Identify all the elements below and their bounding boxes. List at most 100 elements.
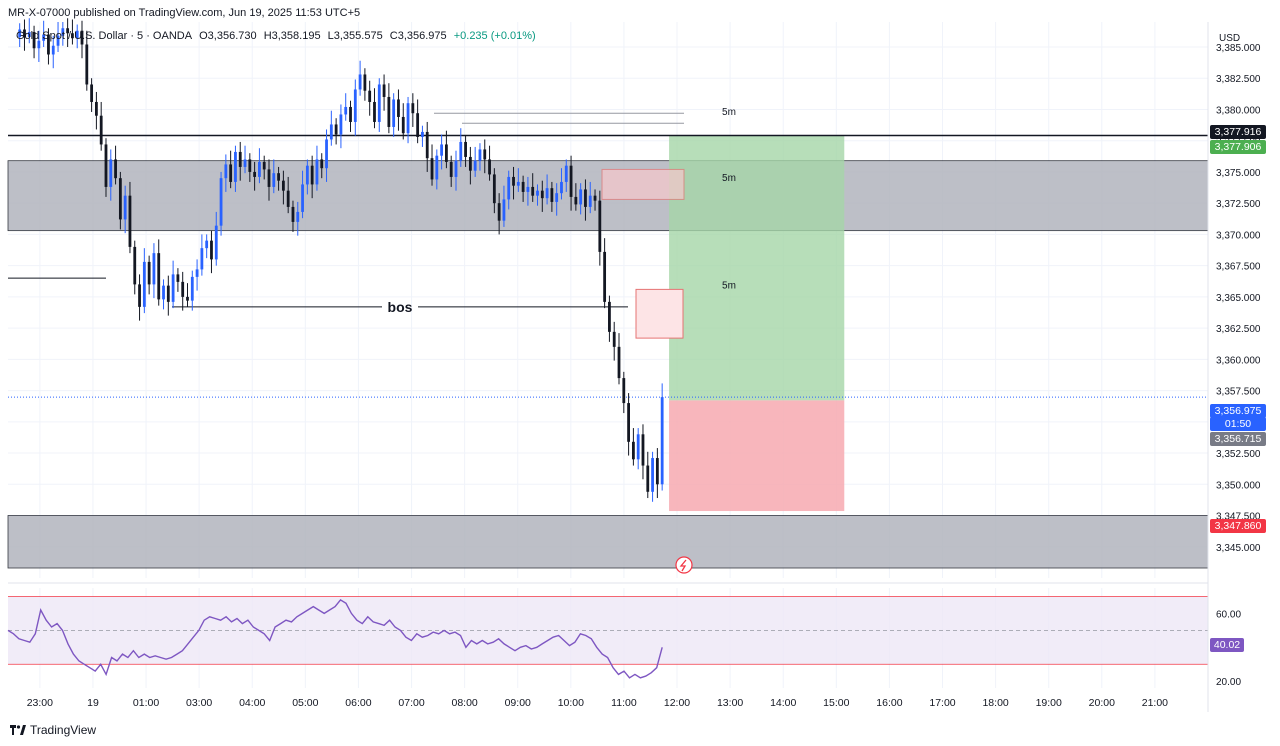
bos-label: bos: [388, 299, 413, 315]
candle-body: [186, 296, 189, 301]
entry-price-tag: 3,356.715: [1210, 432, 1266, 446]
ohlc-close: C3,356.975: [389, 30, 447, 42]
candle-body: [123, 195, 127, 220]
candle-body: [497, 203, 501, 221]
long-position-tool[interactable]: [669, 135, 845, 512]
candle-body: [545, 188, 549, 199]
time-tick-label: 19:00: [1036, 697, 1062, 709]
candle-body: [181, 281, 185, 297]
candle-body: [512, 176, 515, 186]
candle-body: [262, 161, 266, 170]
candle-body: [445, 144, 448, 162]
candles: [18, 18, 664, 502]
timeframe-label: 5m: [722, 280, 736, 291]
last-price-tag: 3,356.975: [1210, 404, 1266, 418]
price-tick-label: 3,375.000: [1216, 168, 1261, 179]
time-tick-label: 06:00: [345, 697, 371, 709]
time-tick-label: 18:00: [982, 697, 1008, 709]
candle-body: [430, 158, 434, 180]
time-tick-label: 23:00: [27, 697, 53, 709]
flash-icon: [675, 556, 693, 574]
candle-body: [588, 195, 592, 207]
level-price-tag: 3,377.916: [1210, 125, 1266, 139]
tradingview-logo[interactable]: TradingView: [10, 723, 96, 737]
candle-body: [234, 151, 237, 182]
candle-body: [162, 285, 165, 300]
candle-body: [406, 103, 410, 134]
chart-canvas[interactable]: 3,385.0003,382.5003,380.0003,377.5003,37…: [0, 0, 1280, 746]
currency-label[interactable]: USD: [1219, 33, 1240, 44]
candle-body: [248, 159, 252, 172]
candle-body: [310, 165, 314, 185]
ohlc-low: L3,355.575: [327, 30, 383, 42]
candle-body: [435, 155, 439, 180]
legend-ohlc: Gold Spot / U.S. Dollar · 5 · OANDA O3,3…: [16, 30, 540, 42]
tp-price-tag: 3,377.906: [1210, 140, 1266, 154]
candle-body: [579, 189, 583, 205]
candle-body: [631, 441, 635, 460]
ohlc-open: O3,356.730: [199, 30, 257, 42]
candle-body: [281, 180, 285, 191]
candle-body: [133, 246, 137, 285]
candle-body: [651, 458, 654, 492]
candle-body: [603, 251, 607, 302]
price-tick-label: 3,345.000: [1216, 543, 1261, 554]
candle-body: [584, 189, 587, 207]
candle-body: [598, 200, 602, 252]
candle-body: [305, 165, 309, 185]
candle-body: [205, 240, 209, 249]
demand-zone: [7, 515, 1209, 569]
price-tick-label: 3,367.500: [1216, 262, 1261, 273]
price-tick-label: 3,350.000: [1216, 480, 1261, 491]
price-tick-label: 3,385.000: [1216, 43, 1261, 54]
candle-body: [349, 106, 352, 122]
candle-body: [459, 141, 463, 161]
candle-body: [195, 269, 199, 277]
price-tick-label: 3,380.000: [1216, 105, 1261, 116]
candle-body: [387, 96, 391, 127]
order-block-lower: [635, 288, 684, 339]
candle-body: [560, 181, 563, 194]
candle-body: [104, 144, 108, 187]
candle-body: [641, 434, 645, 466]
candle-body: [574, 196, 578, 205]
candle-body: [118, 178, 122, 220]
candle-body: [171, 274, 175, 302]
candle-body: [320, 159, 324, 169]
candle-body: [329, 124, 333, 140]
candle-body: [200, 248, 204, 270]
tradingview-icon: [10, 725, 26, 735]
candle-body: [243, 159, 247, 167]
candle-body: [555, 193, 559, 202]
candle-body: [368, 90, 372, 102]
order-block-upper: [601, 168, 685, 200]
candle-body: [401, 116, 405, 134]
candle-body: [152, 253, 156, 285]
rsi-tick-label: 20.00: [1216, 677, 1241, 688]
candle-body: [636, 434, 640, 460]
symbol-name[interactable]: Gold Spot / U.S. Dollar · 5 · OANDA: [16, 30, 192, 42]
candle-body: [291, 206, 295, 222]
candle-body: [325, 139, 328, 169]
candle-body: [253, 171, 257, 177]
candle-body: [176, 274, 180, 282]
candle-body: [301, 184, 304, 212]
candle-body: [382, 84, 386, 97]
published-line: MR-X-07000 published on TradingView.com,…: [8, 7, 361, 19]
candle-body: [358, 74, 362, 90]
price-tick-label: 3,372.500: [1216, 199, 1261, 210]
time-tick-label: 19: [87, 697, 99, 709]
time-tick-label: 13:00: [717, 697, 743, 709]
timeframe-label: 5m: [722, 107, 736, 118]
candle-body: [377, 84, 381, 122]
time-tick-label: 12:00: [664, 697, 690, 709]
candle-body: [488, 159, 491, 175]
time-tick-label: 09:00: [505, 697, 531, 709]
candle-body: [114, 159, 117, 179]
candle-body: [85, 44, 89, 85]
time-tick-label: 10:00: [558, 697, 584, 709]
tradingview-brand: TradingView: [30, 723, 97, 737]
levels: [8, 112, 1208, 398]
candle-body: [51, 45, 55, 55]
candle-body: [478, 149, 482, 161]
